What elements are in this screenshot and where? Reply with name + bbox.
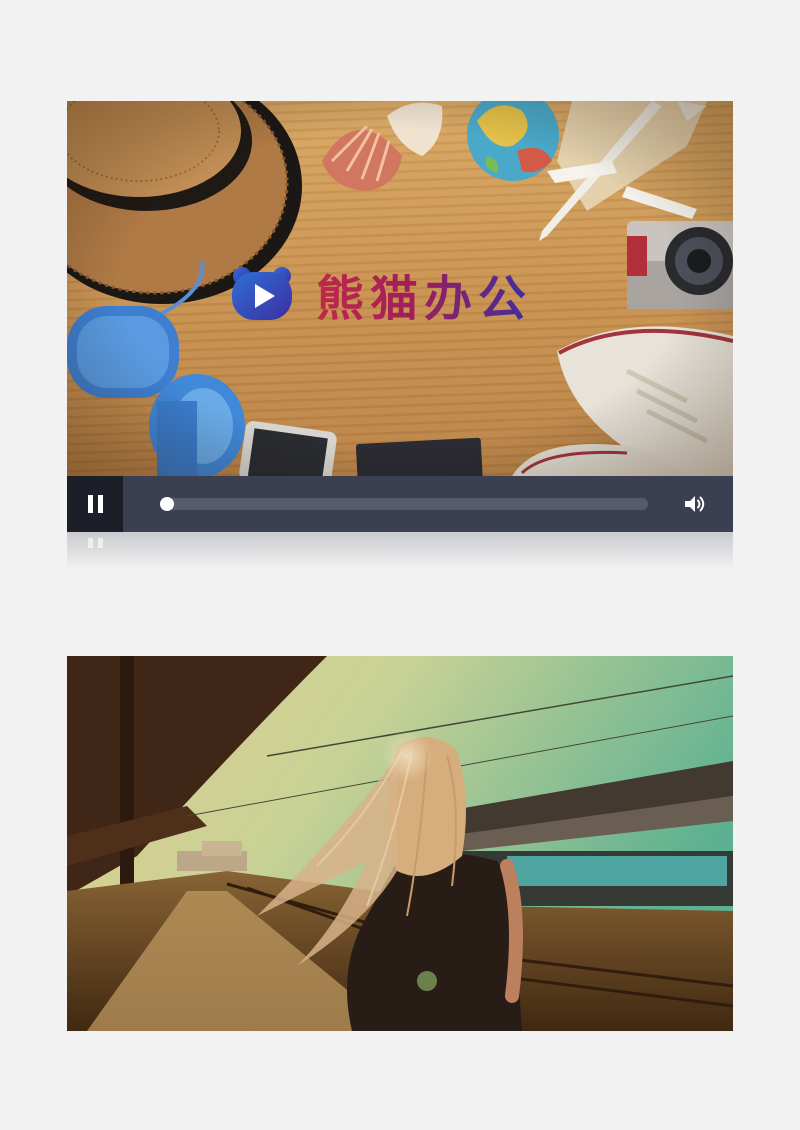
- video-control-bar: [67, 476, 733, 532]
- progress-track[interactable]: [160, 497, 648, 511]
- pause-button[interactable]: [67, 476, 123, 532]
- brand-logo: 熊猫办公: [230, 259, 532, 329]
- train-platform-photo: [67, 656, 733, 1031]
- train-platform-illustration: [67, 656, 733, 1031]
- video-frame[interactable]: 熊猫办公: [67, 101, 733, 476]
- control-bar-reflection: [67, 532, 733, 570]
- brand-name: 熊猫办公: [316, 259, 532, 329]
- volume-icon[interactable]: [683, 492, 707, 516]
- bear-play-icon: [232, 267, 292, 320]
- progress-knob[interactable]: [160, 497, 174, 511]
